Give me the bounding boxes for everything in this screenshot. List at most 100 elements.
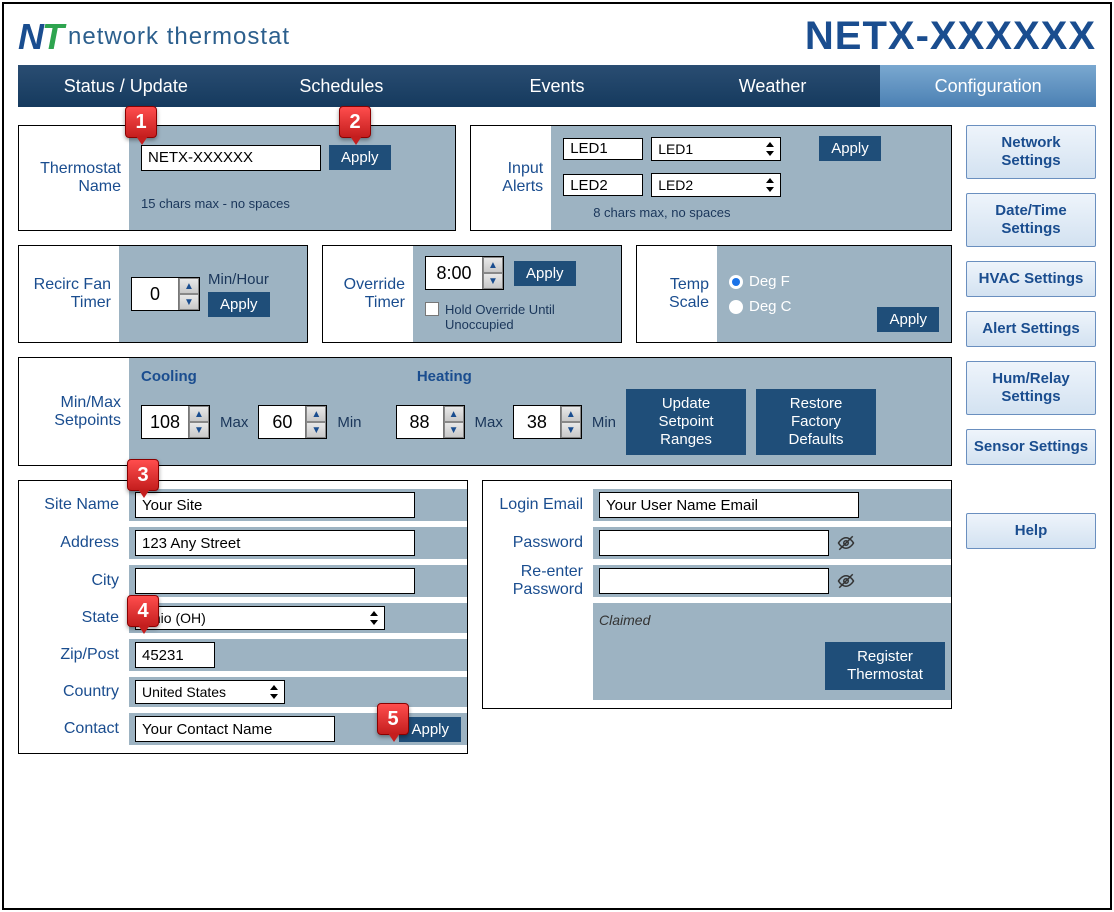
update-setpoints-button[interactable]: Update Setpoint Ranges — [626, 389, 746, 455]
heating-header: Heating — [417, 368, 472, 385]
logo-n: N — [18, 16, 42, 58]
contact-input[interactable] — [135, 716, 335, 742]
site-name-input[interactable] — [135, 492, 415, 518]
nav-weather[interactable]: Weather — [665, 65, 881, 107]
temp-scale-apply[interactable]: Apply — [877, 307, 939, 332]
brand-logo: NT network thermostat — [18, 16, 290, 58]
recirc-down[interactable]: ▼ — [179, 294, 199, 310]
deg-f-label: Deg F — [749, 273, 790, 290]
address-label: Address — [19, 529, 129, 557]
password-input[interactable] — [599, 530, 829, 556]
restore-defaults-button[interactable]: Restore Factory Defaults — [756, 389, 876, 455]
nav-status-update[interactable]: Status / Update — [18, 65, 234, 107]
heat-max-value[interactable] — [397, 406, 443, 438]
callout-1: 1 — [125, 106, 157, 138]
login-email-input[interactable] — [599, 492, 859, 518]
cool-max-spinner[interactable]: ▲▼ — [141, 405, 210, 439]
device-title: NETX-XXXXXX — [805, 14, 1096, 59]
nav-events[interactable]: Events — [449, 65, 665, 107]
input-alerts-hint: 8 chars max, no spaces — [593, 205, 969, 220]
nav-schedules[interactable]: Schedules — [234, 65, 450, 107]
sidebar-humrelay-settings[interactable]: Hum/Relay Settings — [966, 361, 1096, 415]
deg-f-radio[interactable]: Deg F — [729, 273, 792, 290]
heat-min-value[interactable] — [514, 406, 560, 438]
recirc-unit: Min/Hour — [208, 271, 270, 288]
input-alerts-apply[interactable]: Apply — [819, 136, 881, 161]
cool-min-label: Min — [337, 414, 361, 431]
led1-select[interactable]: LED1 — [651, 137, 781, 161]
override-up[interactable]: ▲ — [483, 257, 503, 273]
thermostat-name-hint: 15 chars max - no spaces — [141, 196, 443, 211]
callout-3: 3 — [127, 459, 159, 491]
thermostat-name-apply[interactable]: Apply — [329, 145, 391, 170]
city-label: City — [19, 567, 129, 595]
sidebar-sensor-settings[interactable]: Sensor Settings — [966, 429, 1096, 465]
thermostat-name-input[interactable] — [141, 145, 321, 171]
heat-min-spinner[interactable]: ▲▼ — [513, 405, 582, 439]
up-icon[interactable]: ▲ — [561, 406, 581, 422]
callout-5: 5 — [377, 703, 409, 735]
hold-override-label: Hold Override Until Unoccupied — [445, 302, 575, 332]
deg-c-radio[interactable]: Deg C — [729, 298, 792, 315]
eye-off-icon[interactable] — [835, 534, 857, 552]
setpoints-label: Min/Max Setpoints — [19, 358, 129, 465]
override-down[interactable]: ▼ — [483, 273, 503, 289]
reenter-password-label: Re-enter Password — [483, 567, 593, 595]
down-icon[interactable]: ▼ — [189, 422, 209, 438]
deg-c-label: Deg C — [749, 298, 792, 315]
city-input[interactable] — [135, 568, 415, 594]
country-select[interactable]: United States — [135, 680, 285, 704]
eye-off-icon[interactable] — [835, 572, 857, 590]
hold-override-checkbox[interactable] — [425, 302, 439, 316]
thermostat-name-label: Thermostat Name — [19, 126, 129, 230]
led2-select-value: LED2 — [658, 177, 693, 193]
down-icon[interactable]: ▼ — [561, 422, 581, 438]
reenter-password-input[interactable] — [599, 568, 829, 594]
override-spinner[interactable]: ▲▼ — [425, 256, 504, 290]
recirc-up[interactable]: ▲ — [179, 278, 199, 294]
address-input[interactable] — [135, 530, 415, 556]
sidebar-help[interactable]: Help — [966, 513, 1096, 549]
sidebar-hvac-settings[interactable]: HVAC Settings — [966, 261, 1096, 297]
recirc-spinner[interactable]: ▲▼ — [131, 277, 200, 311]
navbar: Status / Update Schedules Events Weather… — [18, 65, 1096, 107]
cool-max-value[interactable] — [142, 406, 188, 438]
state-label: State — [19, 604, 129, 632]
recirc-apply[interactable]: Apply — [208, 292, 270, 317]
down-icon[interactable]: ▼ — [444, 422, 464, 438]
site-name-label: Site Name — [19, 491, 129, 519]
country-value: United States — [142, 684, 226, 700]
led2-select[interactable]: LED2 — [651, 173, 781, 197]
heat-max-label: Max — [475, 414, 503, 431]
sidebar-network-settings[interactable]: Network Settings — [966, 125, 1096, 179]
override-label: Override Timer — [323, 246, 413, 342]
heat-min-label: Min — [592, 414, 616, 431]
up-icon[interactable]: ▲ — [189, 406, 209, 422]
cooling-header: Cooling — [141, 368, 197, 385]
override-value[interactable] — [426, 257, 482, 289]
login-email-label: Login Email — [483, 491, 593, 519]
heat-max-spinner[interactable]: ▲▼ — [396, 405, 465, 439]
password-label: Password — [483, 529, 593, 557]
led1-select-value: LED1 — [658, 141, 693, 157]
sidebar-datetime-settings[interactable]: Date/Time Settings — [966, 193, 1096, 247]
recirc-value[interactable] — [132, 278, 178, 310]
state-select[interactable]: Ohio (OH) — [135, 606, 385, 630]
led2-text[interactable] — [563, 174, 643, 196]
up-icon[interactable]: ▲ — [444, 406, 464, 422]
nav-configuration[interactable]: Configuration — [880, 65, 1096, 107]
recirc-label: Recirc Fan Timer — [19, 246, 119, 342]
brand-text: network thermostat — [68, 23, 290, 51]
cool-max-label: Max — [220, 414, 248, 431]
override-apply[interactable]: Apply — [514, 261, 576, 286]
down-icon[interactable]: ▼ — [306, 422, 326, 438]
register-thermostat-button[interactable]: Register Thermostat — [825, 642, 945, 690]
claimed-status: Claimed — [599, 612, 650, 628]
up-icon[interactable]: ▲ — [306, 406, 326, 422]
led1-text[interactable] — [563, 138, 643, 160]
zip-label: Zip/Post — [19, 641, 129, 669]
cool-min-value[interactable] — [259, 406, 305, 438]
sidebar-alert-settings[interactable]: Alert Settings — [966, 311, 1096, 347]
cool-min-spinner[interactable]: ▲▼ — [258, 405, 327, 439]
zip-input[interactable] — [135, 642, 215, 668]
